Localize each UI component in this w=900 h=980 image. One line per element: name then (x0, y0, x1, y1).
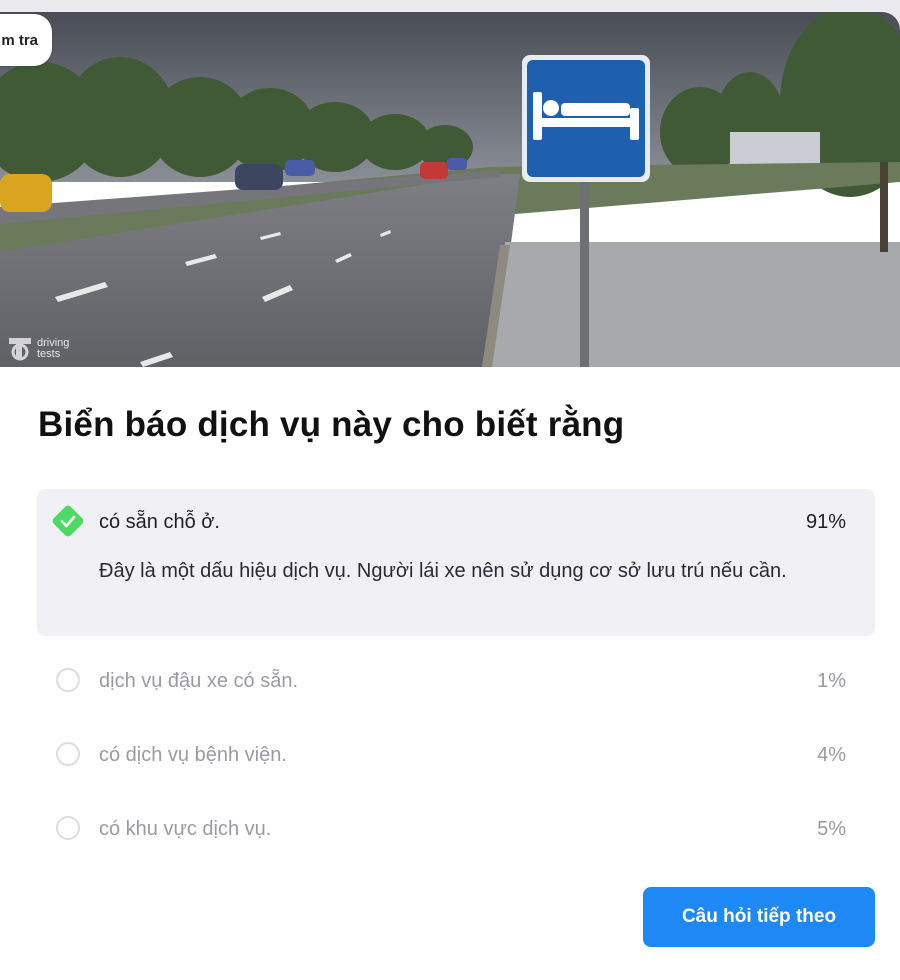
watermark-text-2: tests (37, 348, 61, 360)
car-shape (0, 174, 52, 212)
answer-option[interactable]: dịch vụ đậu xe có sẵn. 1% (37, 664, 875, 704)
answer-option-correct[interactable]: có sẵn chỗ ở. 91% Đây là một dấu hiệu dị… (37, 489, 875, 636)
kiem-tra-tab[interactable]: m tra (0, 14, 52, 66)
question-image: driving tests (0, 12, 900, 367)
answer-label: có sẵn chỗ ở. (99, 511, 220, 533)
answer-option[interactable]: có dịch vụ bệnh viện. 4% (37, 738, 875, 778)
radio-icon (56, 668, 80, 692)
radio-icon (56, 816, 80, 840)
answer-option[interactable]: có khu vực dịch vụ. 5% (37, 812, 875, 852)
answer-percent: 91% (805, 511, 846, 533)
answer-percent: 5% (817, 818, 846, 840)
answer-explanation: Đây là một dấu hiệu dịch vụ. Người lái x… (99, 560, 787, 582)
radio-icon (56, 742, 80, 766)
check-icon (52, 505, 84, 537)
question-title: Biển báo dịch vụ này cho biết rằng (38, 405, 625, 444)
answer-label: có khu vực dịch vụ. (99, 818, 272, 840)
answer-label: có dịch vụ bệnh viện. (99, 744, 287, 766)
question-card: driving tests m tra Biển báo dịch vụ này… (0, 12, 900, 980)
answer-percent: 1% (817, 670, 846, 692)
answer-percent: 4% (817, 744, 846, 766)
kiem-tra-tab-label: m tra (1, 31, 38, 49)
answer-label: dịch vụ đậu xe có sẵn. (99, 670, 299, 692)
next-question-button[interactable]: Câu hỏi tiếp theo (643, 887, 875, 947)
